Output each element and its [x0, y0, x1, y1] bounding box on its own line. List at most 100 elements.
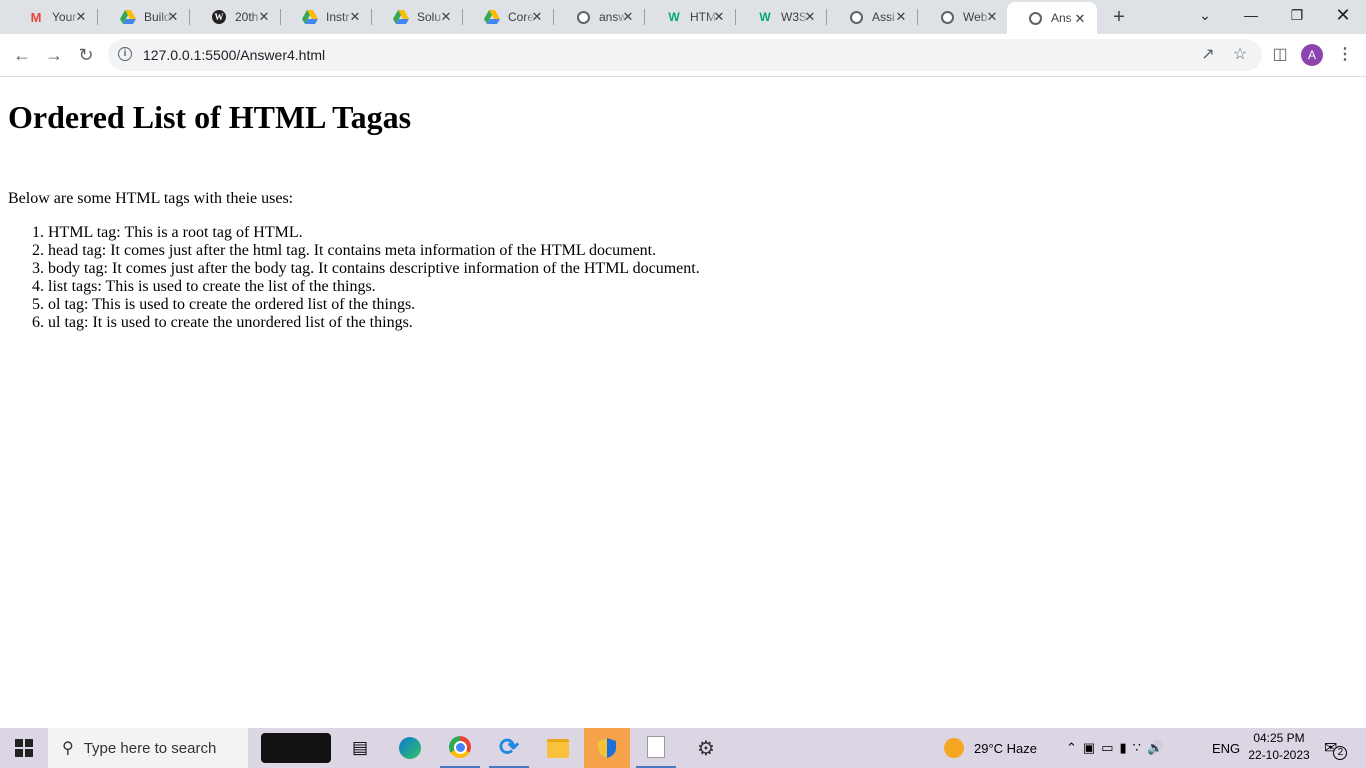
tab-search-icon[interactable]: ⌄ — [1182, 0, 1228, 30]
weather-text: 29°C Haze — [974, 740, 1038, 756]
tab-separator — [97, 9, 98, 25]
restore-button[interactable]: ❐ — [1274, 0, 1320, 30]
globe-icon — [939, 9, 955, 25]
browser-tab[interactable]: Instr ✕ — [282, 0, 372, 34]
tab-separator — [826, 9, 827, 25]
tab-separator — [644, 9, 645, 25]
tab-separator — [371, 9, 372, 25]
drive-icon — [120, 9, 136, 25]
address-bar[interactable]: i 127.0.0.1:5500/Answer4.html ↗ ☆ — [108, 39, 1262, 71]
close-tab-icon[interactable]: ✕ — [166, 10, 180, 24]
vscode-icon[interactable]: ⟳ — [489, 728, 529, 768]
close-tab-icon[interactable]: ✕ — [621, 10, 635, 24]
start-button[interactable] — [0, 728, 48, 768]
bookmark-star-icon[interactable]: ☆ — [1228, 42, 1252, 68]
tab-separator — [280, 9, 281, 25]
reload-button[interactable]: ↻ — [73, 42, 99, 68]
haze-sun-icon — [944, 738, 964, 758]
close-tab-icon[interactable]: ✕ — [74, 10, 88, 24]
clock-time: 04:25 PM — [1253, 731, 1305, 745]
close-tab-icon[interactable]: ✕ — [257, 10, 271, 24]
browser-tab[interactable]: W HTM ✕ — [646, 0, 736, 34]
system-tray-icons[interactable]: ⌃ ▣ ▭ ▮ ∵ 🔊 — [1066, 728, 1169, 768]
tab-separator — [735, 9, 736, 25]
search-placeholder[interactable]: Type here to search — [84, 740, 217, 757]
display-icon[interactable]: ▭ — [1101, 740, 1119, 756]
weather-widget[interactable]: 29°C Haze — [944, 728, 1037, 768]
browser-toolbar: ← → ↻ i 127.0.0.1:5500/Answer4.html ↗ ☆ … — [0, 34, 1366, 77]
list-item: ul tag: It is used to create the unorder… — [48, 314, 700, 332]
tab-separator — [917, 9, 918, 25]
browser-tab[interactable]: Assi ✕ — [828, 0, 918, 34]
site-info-icon[interactable]: i — [118, 47, 132, 61]
close-tab-icon[interactable]: ✕ — [348, 10, 362, 24]
side-panel-icon[interactable]: ◫ — [1268, 42, 1292, 68]
document-app-icon[interactable] — [636, 728, 676, 768]
chrome-icon[interactable] — [440, 728, 480, 768]
close-tab-icon[interactable]: ✕ — [894, 10, 908, 24]
drive-icon — [484, 9, 500, 25]
task-view-icon[interactable]: ▤ — [345, 728, 375, 768]
tab-separator — [189, 9, 190, 25]
list-item: ol tag: This is used to create the order… — [48, 296, 700, 314]
security-shield-icon[interactable] — [584, 728, 630, 768]
menu-kebab-icon[interactable]: ⋮ — [1333, 42, 1357, 68]
language-indicator[interactable]: ENG — [1212, 728, 1240, 768]
drive-icon — [393, 9, 409, 25]
browser-tab[interactable]: M Your ✕ — [8, 0, 98, 34]
tab-strip: M Your ✕ Build ✕ W 20th ✕ Instr ✕ Solu ✕ Core ✕ answ ✕ W… — [0, 0, 1366, 34]
close-tab-icon[interactable]: ✕ — [439, 10, 453, 24]
globe-icon — [1027, 10, 1043, 26]
wifi-icon[interactable]: ∵ — [1133, 740, 1147, 756]
w3schools-icon: W — [759, 10, 771, 24]
list-item: list tags: This is used to create the li… — [48, 278, 700, 296]
list-item: HTML tag: This is a root tag of HTML. — [48, 224, 700, 242]
search-highlight-badge[interactable] — [260, 728, 332, 768]
browser-tab[interactable]: W 20th ✕ — [191, 0, 281, 34]
gmail-icon: M — [30, 9, 42, 25]
minimize-button[interactable]: — — [1228, 0, 1274, 30]
close-tab-icon[interactable]: ✕ — [712, 10, 726, 24]
taskbar-search[interactable]: ⚲ Type here to search — [48, 728, 248, 768]
list-item: head tag: It comes just after the html t… — [48, 242, 700, 260]
browser-tab[interactable]: Solu ✕ — [373, 0, 463, 34]
notification-count: 2 — [1333, 746, 1348, 760]
wordpress-icon: W — [211, 9, 227, 25]
new-tab-button[interactable]: + — [1108, 6, 1130, 28]
windows-logo-icon — [15, 739, 33, 757]
close-tab-icon[interactable]: ✕ — [803, 10, 817, 24]
close-window-button[interactable]: ✕ — [1320, 0, 1366, 30]
close-tab-icon[interactable]: ✕ — [530, 10, 544, 24]
forward-button[interactable]: → — [41, 42, 67, 68]
tags-ordered-list: HTML tag: This is a root tag of HTML. he… — [8, 224, 700, 332]
settings-gear-icon[interactable]: ⚙ — [686, 728, 726, 768]
edge-icon[interactable] — [394, 728, 426, 768]
close-tab-icon[interactable]: ✕ — [1073, 12, 1087, 26]
url-text[interactable]: 127.0.0.1:5500/Answer4.html — [143, 47, 325, 63]
browser-tab[interactable]: answ ✕ — [555, 0, 645, 34]
w3schools-icon: W — [668, 10, 680, 24]
file-explorer-icon[interactable] — [538, 728, 578, 768]
browser-tab[interactable]: Core ✕ — [464, 0, 554, 34]
page-heading: Ordered List of HTML Tagas — [8, 99, 412, 135]
search-icon: ⚲ — [62, 740, 74, 757]
close-tab-icon[interactable]: ✕ — [985, 10, 999, 24]
profile-avatar[interactable]: A — [1301, 44, 1323, 66]
volume-icon[interactable]: 🔊 — [1147, 740, 1169, 756]
browser-tab[interactable]: W W3S ✕ — [737, 0, 827, 34]
globe-icon — [575, 9, 591, 25]
back-button[interactable]: ← — [9, 42, 35, 68]
taskbar-clock[interactable]: 04:25 PM 22-10-2023 — [1244, 730, 1314, 764]
meet-now-icon[interactable]: ▣ — [1083, 740, 1101, 756]
browser-tab[interactable]: Ans ✕ — [1007, 2, 1097, 34]
intro-text: Below are some HTML tags with theie uses… — [8, 190, 294, 207]
share-icon[interactable]: ↗ — [1196, 42, 1220, 68]
battery-icon[interactable]: ▮ — [1120, 740, 1133, 756]
show-hidden-icons-icon[interactable]: ⌃ — [1066, 740, 1083, 756]
browser-tab[interactable]: Web ✕ — [919, 0, 1009, 34]
page-content: Ordered List of HTML Tagas Below are som… — [0, 77, 1366, 728]
windows-taskbar: ⚲ Type here to search ▤ ⟳ ⚙ 29°C Haze ⌃ … — [0, 728, 1366, 768]
tab-separator — [462, 9, 463, 25]
notification-center[interactable]: ✉ 2 — [1324, 728, 1348, 768]
browser-tab[interactable]: Build ✕ — [100, 0, 190, 34]
